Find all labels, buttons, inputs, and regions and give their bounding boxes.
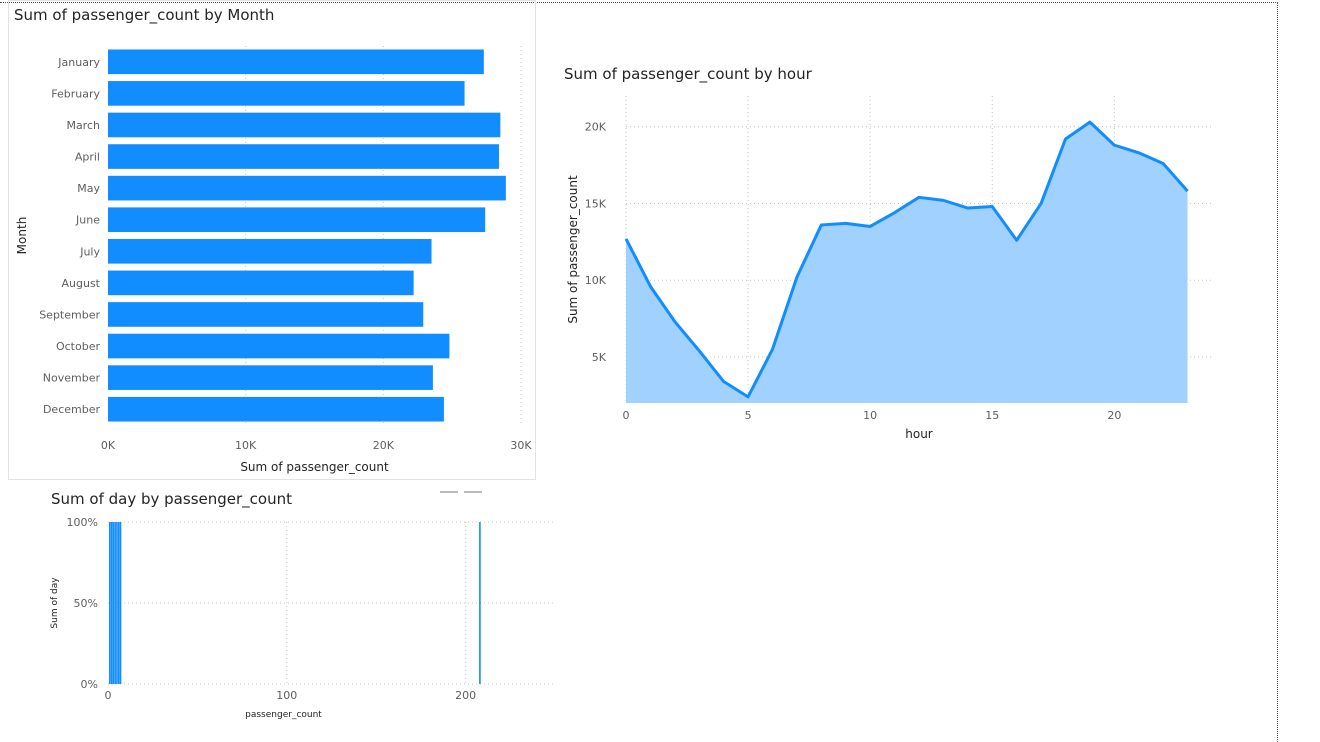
month-category-label: December [43, 403, 101, 416]
day-column-bar [112, 522, 115, 684]
day-column-bar [108, 522, 111, 684]
month-bar [108, 207, 486, 233]
month-category-label: February [51, 87, 100, 100]
month-bar [108, 175, 506, 201]
month-category-label: January [57, 56, 100, 69]
hour-x-tick-label: 0 [623, 409, 630, 422]
month-category-label: August [62, 277, 101, 290]
month-category-label: September [39, 308, 100, 321]
month-x-tick-label: 10K [235, 439, 257, 452]
hour-area-chart[interactable]: Sum of passenger_count by hour 0 5 10 15 20 5… [556, 56, 1226, 456]
month-category-label: October [56, 340, 100, 353]
day-column-bar [110, 522, 113, 684]
day-column-chart[interactable]: Sum of day by passenger_count 0 100 200 0% 5… [40, 482, 560, 722]
month-bar [108, 238, 432, 264]
day-column-bar [119, 522, 122, 684]
month-category-label: April [75, 151, 100, 164]
hour-y-tick-label: 5K [592, 351, 607, 364]
month-bar-chart[interactable]: Sum of passenger_count by Month 0K 10K 20K… [8, 0, 536, 480]
day-x-tick-label: 0 [105, 689, 112, 702]
month-x-tick-label: 20K [373, 439, 395, 452]
day-column-bar [114, 522, 116, 684]
month-bar [108, 49, 484, 75]
day-column-plot: 0 100 200 0% 50% 100% passenger_count Sum of da… [50, 516, 555, 720]
month-x-axis-title: Sum of passenger_count [240, 460, 389, 474]
hour-x-tick-label: 20 [1107, 409, 1121, 422]
month-category-label: July [79, 245, 100, 258]
month-x-tick-label: 30K [510, 439, 532, 452]
day-x-axis-title: passenger_count [245, 710, 322, 720]
month-bar [108, 396, 444, 422]
month-category-label: June [75, 214, 100, 227]
hour-y-axis-title: Sum of passenger_count [566, 175, 580, 324]
hour-x-tick-label: 5 [745, 409, 752, 422]
month-bar [108, 112, 501, 138]
day-column-bar [116, 522, 118, 684]
month-y-axis-title: Month [15, 217, 29, 255]
month-bar [108, 333, 450, 359]
month-bar-plot: 0K 10K 20K 30K January February March April May J… [15, 46, 532, 474]
hour-y-tick-label: 10K [585, 274, 607, 287]
hour-y-tick-label: 20K [585, 121, 607, 134]
month-bar [108, 270, 414, 296]
month-bar [108, 302, 424, 327]
day-column-bar [479, 522, 481, 684]
hour-area-plot: 0 5 10 15 20 5K 10K 15K 20K hour Sum of passenger_… [566, 96, 1212, 441]
hour-x-axis-title: hour [905, 427, 933, 441]
month-category-label: November [43, 372, 101, 385]
day-y-axis-title: Sum of day [50, 577, 60, 629]
month-bar [108, 144, 499, 169]
month-x-tick-label: 0K [101, 439, 116, 452]
day-x-tick-label: 100 [276, 689, 297, 702]
hour-x-tick-label: 10 [863, 409, 877, 422]
hour-y-tick-label: 15K [585, 197, 607, 210]
day-x-tick-label: 200 [455, 689, 476, 702]
day-y-tick-label: 50% [74, 597, 98, 610]
day-y-tick-label: 0% [81, 678, 98, 691]
month-bar [108, 81, 465, 106]
month-category-label: May [77, 182, 100, 195]
day-column-bar [117, 522, 120, 684]
month-category-label: March [66, 119, 100, 132]
hour-x-tick-label: 15 [985, 409, 999, 422]
month-bar [108, 365, 433, 390]
hour-area-fill [626, 122, 1188, 403]
day-y-tick-label: 100% [67, 516, 98, 529]
